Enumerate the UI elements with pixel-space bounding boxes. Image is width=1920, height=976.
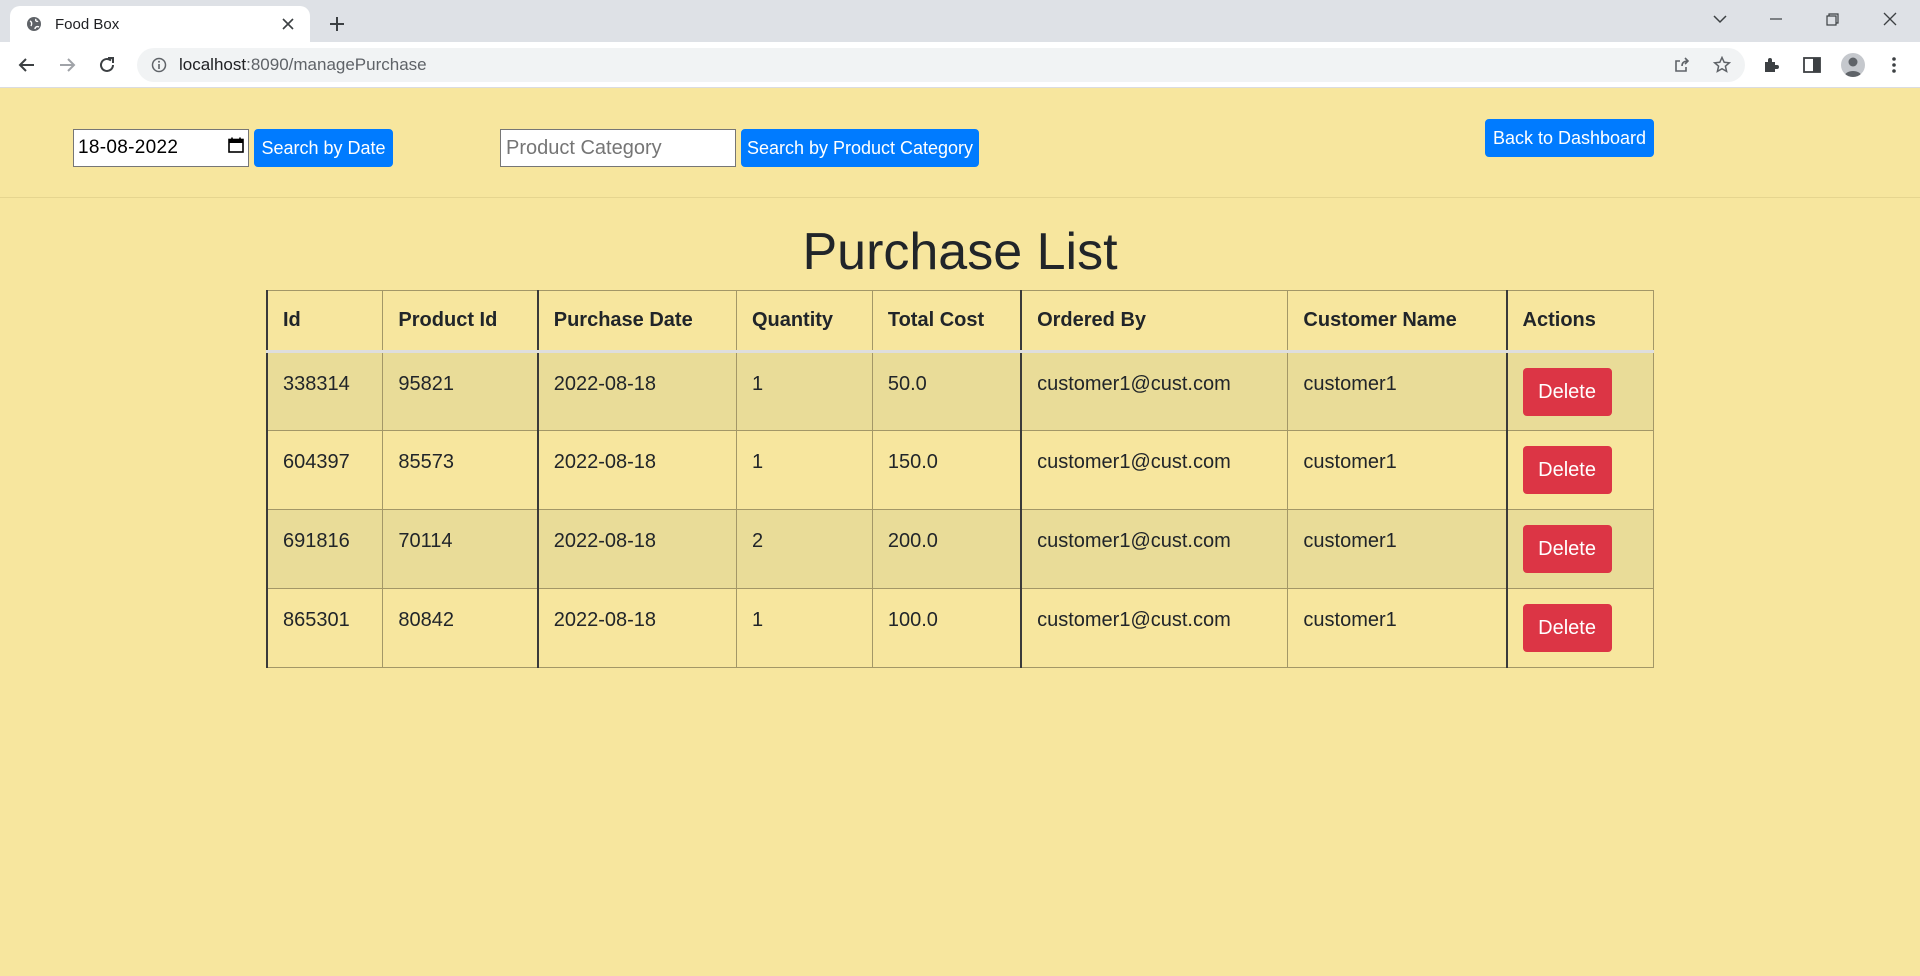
cell-actions: Delete xyxy=(1505,430,1654,510)
cell-ordered-by: customer1@cust.com xyxy=(1020,509,1289,589)
cell-customer-name: customer1 xyxy=(1287,351,1508,431)
cell-total-cost: 50.0 xyxy=(871,351,1022,431)
column-header-total-cost: Total Cost xyxy=(871,290,1022,353)
back-to-dashboard-button[interactable]: Back to Dashboard xyxy=(1485,119,1654,157)
table-row: 604397 85573 2022-08-18 1 150.0 customer… xyxy=(266,430,1654,510)
url-host: localhost xyxy=(179,55,247,74)
cell-purchase-date: 2022-08-18 xyxy=(536,588,737,668)
url-text: localhost:8090/managePurchase xyxy=(179,55,427,75)
column-header-customer-name: Customer Name xyxy=(1287,290,1508,353)
extensions-icon[interactable] xyxy=(1756,50,1786,80)
cell-ordered-by: customer1@cust.com xyxy=(1020,351,1289,431)
url-path: :8090/managePurchase xyxy=(246,55,427,74)
side-panel-icon[interactable] xyxy=(1797,50,1827,80)
column-header-actions: Actions xyxy=(1505,290,1654,353)
column-header-ordered-by: Ordered By xyxy=(1020,290,1289,353)
page-content: 18-08-2022 Search by Date Search by Prod… xyxy=(0,88,1920,976)
cell-id: 865301 xyxy=(266,588,384,668)
table-header-row: Id Product Id Purchase Date Quantity Tot… xyxy=(266,290,1654,353)
reload-icon[interactable] xyxy=(92,50,122,80)
date-value: 18-08-2022 xyxy=(78,137,179,158)
cell-total-cost: 200.0 xyxy=(871,509,1022,589)
close-tab-icon[interactable] xyxy=(278,14,298,34)
cell-actions: Delete xyxy=(1505,588,1654,668)
profile-avatar-icon[interactable] xyxy=(1838,50,1868,80)
cell-product-id: 85573 xyxy=(382,430,539,510)
cell-quantity: 1 xyxy=(735,351,873,431)
cell-customer-name: customer1 xyxy=(1287,430,1508,510)
browser-tab[interactable]: Food Box xyxy=(10,6,310,42)
browser-toolbar: localhost:8090/managePurchase xyxy=(0,42,1920,88)
search-by-category-button[interactable]: Search by Product Category xyxy=(741,129,979,167)
table-row: 865301 80842 2022-08-18 1 100.0 customer… xyxy=(266,588,1654,668)
delete-button[interactable]: Delete xyxy=(1522,368,1612,416)
calendar-icon[interactable] xyxy=(228,137,244,159)
cell-product-id: 95821 xyxy=(382,351,539,431)
cell-ordered-by: customer1@cust.com xyxy=(1020,588,1289,668)
tab-title: Food Box xyxy=(55,15,120,33)
cell-quantity: 1 xyxy=(735,588,873,668)
bookmark-star-icon[interactable] xyxy=(1707,50,1737,80)
browser-tabstrip: Food Box xyxy=(0,0,1920,42)
restore-icon[interactable] xyxy=(1804,0,1860,38)
cell-actions: Delete xyxy=(1505,351,1654,431)
cell-id: 691816 xyxy=(266,509,384,589)
delete-button[interactable]: Delete xyxy=(1522,446,1612,494)
date-field[interactable]: 18-08-2022 xyxy=(73,129,249,167)
page-title: Purchase List xyxy=(802,223,1118,281)
cell-customer-name: customer1 xyxy=(1287,588,1508,668)
product-category-input[interactable] xyxy=(500,129,736,167)
cell-id: 338314 xyxy=(266,351,384,431)
purchase-table: Id Product Id Purchase Date Quantity Tot… xyxy=(266,290,1654,668)
delete-button[interactable]: Delete xyxy=(1522,525,1612,573)
cell-customer-name: customer1 xyxy=(1287,509,1508,589)
cell-total-cost: 150.0 xyxy=(871,430,1022,510)
cell-purchase-date: 2022-08-18 xyxy=(536,509,737,589)
cell-product-id: 70114 xyxy=(382,509,539,589)
delete-button[interactable]: Delete xyxy=(1522,604,1612,652)
cell-id: 604397 xyxy=(266,430,384,510)
cell-total-cost: 100.0 xyxy=(871,588,1022,668)
cell-product-id: 80842 xyxy=(382,588,539,668)
back-arrow-icon[interactable] xyxy=(12,50,42,80)
forward-arrow-icon[interactable] xyxy=(52,50,82,80)
table-row: 691816 70114 2022-08-18 2 200.0 customer… xyxy=(266,509,1654,589)
cell-ordered-by: customer1@cust.com xyxy=(1020,430,1289,510)
cell-quantity: 1 xyxy=(735,430,873,510)
kebab-menu-icon[interactable] xyxy=(1879,50,1909,80)
minimize-icon[interactable] xyxy=(1748,0,1804,38)
site-info-icon[interactable] xyxy=(149,55,169,75)
cell-actions: Delete xyxy=(1505,509,1654,589)
column-header-id: Id xyxy=(266,290,384,353)
filter-bar: 18-08-2022 Search by Date Search by Prod… xyxy=(0,88,1920,198)
close-window-icon[interactable] xyxy=(1862,0,1918,38)
column-header-product-id: Product Id xyxy=(382,290,539,353)
table-row: 338314 95821 2022-08-18 1 50.0 customer1… xyxy=(266,351,1654,431)
search-by-date-button[interactable]: Search by Date xyxy=(254,129,393,167)
globe-icon xyxy=(25,15,43,33)
cell-purchase-date: 2022-08-18 xyxy=(536,430,737,510)
column-header-quantity: Quantity xyxy=(735,290,873,353)
tab-search-icon[interactable] xyxy=(1692,0,1748,38)
new-tab-icon[interactable] xyxy=(322,9,352,39)
cell-quantity: 2 xyxy=(735,509,873,589)
column-header-purchase-date: Purchase Date xyxy=(536,290,737,353)
share-icon[interactable] xyxy=(1667,50,1697,80)
cell-purchase-date: 2022-08-18 xyxy=(536,351,737,431)
address-bar[interactable]: localhost:8090/managePurchase xyxy=(137,48,1745,82)
